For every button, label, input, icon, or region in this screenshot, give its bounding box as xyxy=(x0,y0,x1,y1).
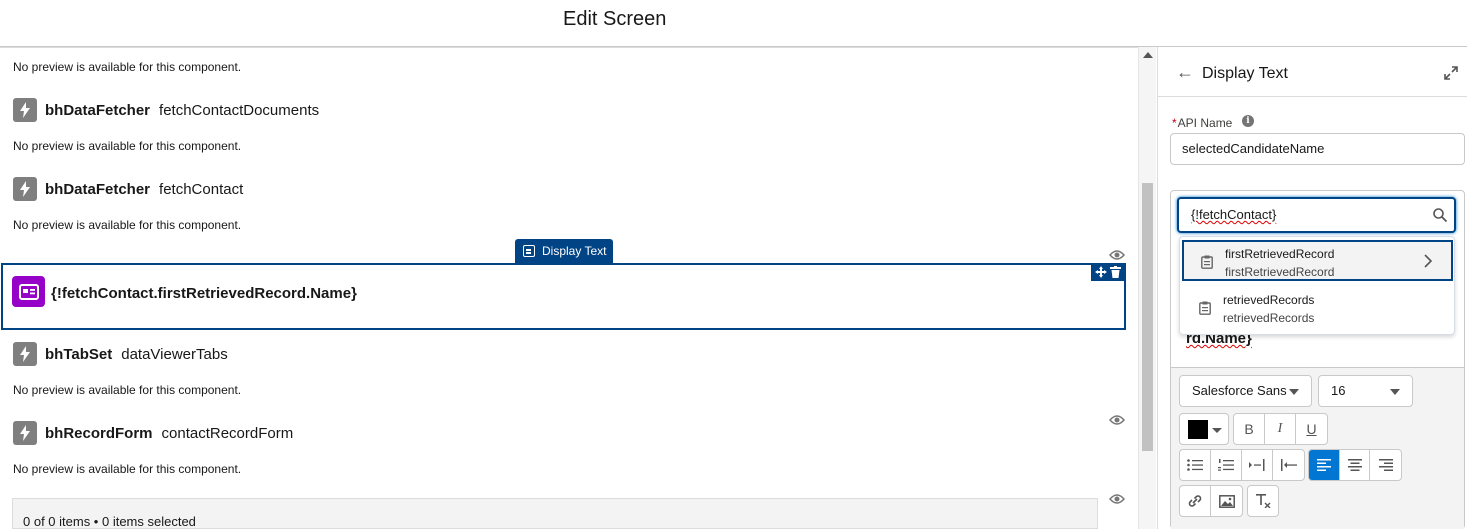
outdent-icon xyxy=(1280,459,1297,471)
font-family-value: Salesforce Sans xyxy=(1192,383,1287,398)
numbered-list-button[interactable] xyxy=(1211,450,1242,480)
numbered-list-icon xyxy=(1218,459,1234,471)
image-button[interactable] xyxy=(1211,486,1242,516)
preview-note: No preview is available for this compone… xyxy=(13,218,242,232)
dropdown-option[interactable]: retrievedRecords retrievedRecords xyxy=(1182,288,1453,329)
visibility-eye-icon[interactable] xyxy=(1109,249,1125,261)
align-button-group xyxy=(1308,449,1402,481)
lightning-icon xyxy=(13,98,37,122)
preview-note: No preview is available for this compone… xyxy=(13,383,242,397)
bold-button[interactable]: B xyxy=(1234,414,1265,444)
align-left-icon xyxy=(1316,459,1331,471)
delete-icon[interactable] xyxy=(1110,266,1121,278)
text-color-picker[interactable] xyxy=(1179,413,1229,445)
component-toolbar xyxy=(1091,264,1125,281)
align-left-button[interactable] xyxy=(1309,450,1340,480)
chevron-down-icon xyxy=(1390,389,1400,395)
bullet-list-button[interactable] xyxy=(1180,450,1211,480)
font-size-select[interactable]: 16 xyxy=(1318,375,1413,407)
outdent-button[interactable] xyxy=(1273,450,1304,480)
preview-note: No preview is available for this compone… xyxy=(13,139,242,153)
table-status: 0 of 0 items • 0 items selected xyxy=(23,514,196,529)
canvas-component[interactable]: bhRecordForm contactRecordForm xyxy=(13,421,293,445)
font-size-value: 16 xyxy=(1331,383,1346,398)
indent-button[interactable] xyxy=(1242,450,1273,480)
panel-header: ← Display Text xyxy=(1158,47,1467,97)
underline-button[interactable]: U xyxy=(1296,414,1327,444)
align-center-icon xyxy=(1347,459,1362,471)
font-family-select[interactable]: Salesforce Sans xyxy=(1179,375,1312,407)
api-name-label-text: API Name xyxy=(1177,116,1233,130)
display-text-content: {!fetchContact.firstRetrievedRecord.Name… xyxy=(51,285,357,302)
component-name: fetchContact xyxy=(159,180,244,198)
preview-note: No preview is available for this compone… xyxy=(13,60,242,74)
clear-format-group xyxy=(1247,485,1279,517)
component-type: bhRecordForm xyxy=(45,424,153,442)
move-icon[interactable] xyxy=(1095,266,1107,278)
bullet-list-icon xyxy=(1187,459,1203,471)
canvas-component[interactable]: bhDataFetcher fetchContactDocuments xyxy=(13,98,319,122)
data-table-preview: 0 of 0 items • 0 items selected xyxy=(12,498,1098,529)
link-icon xyxy=(1188,495,1202,507)
canvas-component[interactable]: bhDataFetcher fetchContact xyxy=(13,177,243,201)
api-name-input[interactable]: selectedCandidateName xyxy=(1170,133,1465,165)
format-button-group: B I U xyxy=(1233,413,1328,445)
preview-note: No preview is available for this compone… xyxy=(13,462,242,476)
record-icon xyxy=(1201,255,1213,269)
component-type: bhDataFetcher xyxy=(45,180,151,198)
text-icon xyxy=(523,245,535,257)
resource-search-input[interactable]: {!fetchContact} xyxy=(1177,197,1456,233)
component-name: dataViewerTabs xyxy=(121,345,228,363)
list-button-group xyxy=(1179,449,1305,481)
component-name: fetchContactDocuments xyxy=(159,101,320,119)
link-button[interactable] xyxy=(1180,486,1211,516)
panel-title: Display Text xyxy=(1202,65,1288,82)
required-asterisk: * xyxy=(1172,116,1177,130)
api-name-label: *API Name xyxy=(1172,116,1232,130)
lightning-icon xyxy=(13,342,37,366)
dropdown-option[interactable]: firstRetrievedRecord firstRetrievedRecor… xyxy=(1182,240,1453,281)
resource-search-value: {!fetchContact} xyxy=(1191,207,1277,222)
align-right-icon xyxy=(1378,459,1393,471)
component-type: bhTabSet xyxy=(45,345,113,363)
scroll-up-arrow-icon[interactable] xyxy=(1143,52,1153,58)
info-icon[interactable]: i xyxy=(1242,115,1254,127)
canvas-scrollbar[interactable] xyxy=(1138,47,1156,529)
back-arrow-icon[interactable]: ← xyxy=(1176,63,1194,81)
lightning-icon xyxy=(13,177,37,201)
expand-icon[interactable] xyxy=(1444,66,1458,80)
indent-icon xyxy=(1249,459,1265,471)
visibility-eye-icon[interactable] xyxy=(1109,493,1125,505)
align-right-button[interactable] xyxy=(1370,450,1401,480)
search-icon xyxy=(1433,208,1447,222)
modal-header: Edit Screen xyxy=(0,0,1467,47)
option-subtitle: retrievedRecords xyxy=(1223,311,1315,325)
clear-formatting-button[interactable] xyxy=(1248,486,1278,516)
chevron-down-icon xyxy=(1289,389,1299,395)
canvas-component[interactable]: bhTabSet dataViewerTabs xyxy=(13,342,228,366)
record-icon xyxy=(1199,301,1211,315)
component-type: bhDataFetcher xyxy=(45,101,151,119)
display-text-icon xyxy=(12,276,45,307)
chevron-right-icon xyxy=(1424,254,1433,268)
resource-dropdown: firstRetrievedRecord firstRetrievedRecor… xyxy=(1179,236,1455,335)
option-title: retrievedRecords xyxy=(1223,293,1315,307)
visibility-eye-icon[interactable] xyxy=(1109,414,1125,426)
clear-format-icon xyxy=(1256,494,1271,508)
lightning-icon xyxy=(13,421,37,445)
align-center-button[interactable] xyxy=(1340,450,1371,480)
display-text-tag: Display Text xyxy=(515,239,613,263)
italic-button[interactable]: I xyxy=(1265,414,1296,444)
display-text-tag-label: Display Text xyxy=(542,244,607,258)
color-swatch xyxy=(1188,420,1208,439)
insert-button-group xyxy=(1179,485,1243,517)
scrollbar-thumb[interactable] xyxy=(1142,183,1153,451)
option-title: firstRetrievedRecord xyxy=(1225,247,1335,261)
component-name: contactRecordForm xyxy=(161,424,294,442)
option-subtitle: firstRetrievedRecord xyxy=(1225,265,1335,279)
chevron-down-icon xyxy=(1212,428,1222,433)
image-icon xyxy=(1218,494,1235,508)
page-title: Edit Screen xyxy=(563,8,667,30)
